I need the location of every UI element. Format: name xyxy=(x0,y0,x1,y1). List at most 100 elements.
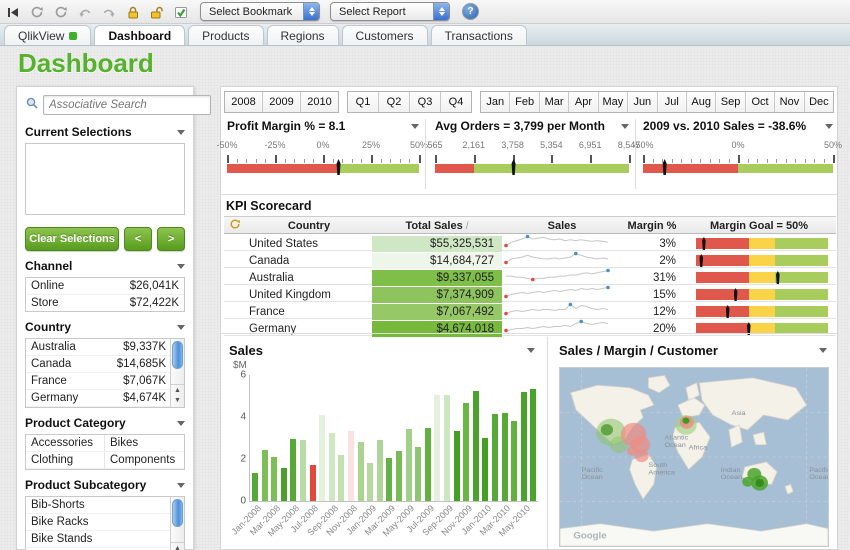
tab-transactions[interactable]: Transactions xyxy=(431,25,527,45)
scroll-up-icon[interactable]: ▲ xyxy=(171,385,184,395)
bookmark-select[interactable]: Select Bookmark xyxy=(200,2,320,21)
panel-menu-caret-icon[interactable] xyxy=(177,325,185,330)
bar-jul-2009[interactable] xyxy=(425,428,431,502)
list-item[interactable]: Clothing xyxy=(26,452,105,469)
bar-apr-2010[interactable] xyxy=(511,421,517,501)
panel-menu-caret-icon[interactable] xyxy=(177,264,185,269)
quarter-filter-q3[interactable]: Q3 xyxy=(409,92,440,112)
lock-icon[interactable] xyxy=(124,3,142,21)
bar-dec-2008[interactable] xyxy=(358,442,364,501)
bar-jul-2008[interactable] xyxy=(310,465,316,501)
refresh-back-icon[interactable] xyxy=(28,3,46,21)
list-item[interactable]: Online$26,041K xyxy=(26,278,184,295)
quarter-filter-q2[interactable]: Q2 xyxy=(378,92,409,112)
bar-jun-2008[interactable] xyxy=(300,440,306,501)
table-row[interactable]: France$7,067,49212% xyxy=(224,302,836,319)
tab-qlikview-logo[interactable]: QlikView xyxy=(4,25,91,45)
table-row[interactable]: Australia$9,337,05531% xyxy=(224,268,836,285)
panel-menu-caret-icon[interactable] xyxy=(527,348,535,353)
bar-jun-2010[interactable] xyxy=(530,389,536,501)
year-filter-2009[interactable]: 2009 xyxy=(262,92,300,112)
scrollbar[interactable]: ▲▼ xyxy=(170,497,184,550)
apply-selection-check-icon[interactable] xyxy=(172,3,190,21)
bar-oct-2008[interactable] xyxy=(338,455,344,501)
bar-jun-2009[interactable] xyxy=(415,447,421,501)
year-filter-2008[interactable]: 2008 xyxy=(225,92,262,112)
list-item[interactable]: Canada$14,685K xyxy=(26,356,171,373)
month-filter-aug[interactable]: Aug xyxy=(686,92,715,112)
bar-dec-2009[interactable] xyxy=(473,391,479,501)
list-item[interactable]: Bib-Shorts xyxy=(26,497,171,514)
bar-aug-2008[interactable] xyxy=(319,415,325,501)
bar-sep-2009[interactable] xyxy=(444,395,450,501)
map-bubble[interactable] xyxy=(627,446,638,456)
tab-customers[interactable]: Customers xyxy=(342,25,428,45)
bar-mar-2009[interactable] xyxy=(386,458,392,501)
month-filter-jun[interactable]: Jun xyxy=(627,92,656,112)
scrollbar-thumb[interactable] xyxy=(172,499,183,527)
report-select[interactable]: Select Report xyxy=(330,2,450,21)
tab-dashboard[interactable]: Dashboard xyxy=(94,25,185,45)
col-header-sales[interactable]: Sales xyxy=(502,220,622,232)
month-filter-feb[interactable]: Feb xyxy=(509,92,538,112)
bar-nov-2009[interactable] xyxy=(463,403,469,501)
scroll-up-icon[interactable]: ▲ xyxy=(171,543,184,550)
month-filter-nov[interactable]: Nov xyxy=(774,92,803,112)
redo-icon[interactable] xyxy=(100,3,118,21)
bar-jan-2008[interactable] xyxy=(252,473,258,501)
scroll-down-icon[interactable]: ▼ xyxy=(171,395,184,405)
list-item[interactable]: France$7,067K xyxy=(26,373,171,390)
unlock-icon[interactable] xyxy=(148,3,166,21)
list-item[interactable]: Accessories xyxy=(26,435,105,452)
month-filter-may[interactable]: May xyxy=(598,92,627,112)
panel-menu-caret-icon[interactable] xyxy=(411,124,419,129)
list-item[interactable]: Store$72,422K xyxy=(26,295,184,311)
forward-button[interactable]: > xyxy=(157,227,185,251)
list-item[interactable]: Germany$4,674K xyxy=(26,390,171,407)
map-bubble[interactable] xyxy=(682,417,689,423)
month-filter-sep[interactable]: Sep xyxy=(715,92,744,112)
list-item[interactable]: Australia$9,337K xyxy=(26,339,171,356)
list-item[interactable]: Bikes xyxy=(105,435,184,452)
bar-aug-2009[interactable] xyxy=(434,395,440,501)
panel-menu-caret-icon[interactable] xyxy=(819,348,827,353)
month-filter-mar[interactable]: Mar xyxy=(539,92,568,112)
help-icon[interactable]: ? xyxy=(462,3,479,20)
bar-apr-2008[interactable] xyxy=(281,468,287,501)
bar-oct-2009[interactable] xyxy=(454,431,460,501)
bar-mar-2008[interactable] xyxy=(271,457,277,501)
list-item[interactable]: Bike Stands xyxy=(26,531,171,548)
col-header-margin[interactable]: Margin % xyxy=(622,220,682,232)
scrollbar-thumb[interactable] xyxy=(172,341,183,369)
undo-icon[interactable] xyxy=(76,3,94,21)
panel-menu-caret-icon[interactable] xyxy=(177,483,185,488)
month-filter-dec[interactable]: Dec xyxy=(804,92,833,112)
month-filter-jan[interactable]: Jan xyxy=(481,92,509,112)
bar-jan-2009[interactable] xyxy=(367,463,373,501)
panel-menu-caret-icon[interactable] xyxy=(825,124,833,129)
refresh-forward-icon[interactable] xyxy=(52,3,70,21)
col-header-country[interactable]: Country xyxy=(246,220,372,232)
col-header-total-sales[interactable]: Total Sales / xyxy=(372,220,502,232)
month-filter-oct[interactable]: Oct xyxy=(745,92,774,112)
refresh-icon[interactable] xyxy=(224,217,246,235)
list-item[interactable]: Bike Racks xyxy=(26,514,171,531)
table-row[interactable]: United Kingdom$7,374,90915% xyxy=(224,285,836,302)
tab-regions[interactable]: Regions xyxy=(267,25,339,45)
quarter-filter-q1[interactable]: Q1 xyxy=(348,92,378,112)
list-item[interactable]: Components xyxy=(105,452,184,469)
bar-apr-2009[interactable] xyxy=(396,451,402,501)
bar-mar-2010[interactable] xyxy=(502,413,508,501)
col-header-margin-goal[interactable]: Margin Goal = 50% xyxy=(682,220,836,232)
year-filter-2010[interactable]: 2010 xyxy=(300,92,338,112)
panel-menu-caret-icon[interactable] xyxy=(621,124,629,129)
bar-may-2010[interactable] xyxy=(521,392,527,501)
table-row[interactable]: Canada$14,684,7272% xyxy=(224,251,836,268)
back-button[interactable]: < xyxy=(124,227,152,251)
map-bubble[interactable] xyxy=(742,477,753,487)
quarter-filter-q4[interactable]: Q4 xyxy=(440,92,471,112)
bar-may-2009[interactable] xyxy=(406,429,412,501)
bar-nov-2008[interactable] xyxy=(348,431,354,501)
associative-search-input[interactable] xyxy=(43,95,211,115)
panel-menu-caret-icon[interactable] xyxy=(177,130,185,135)
